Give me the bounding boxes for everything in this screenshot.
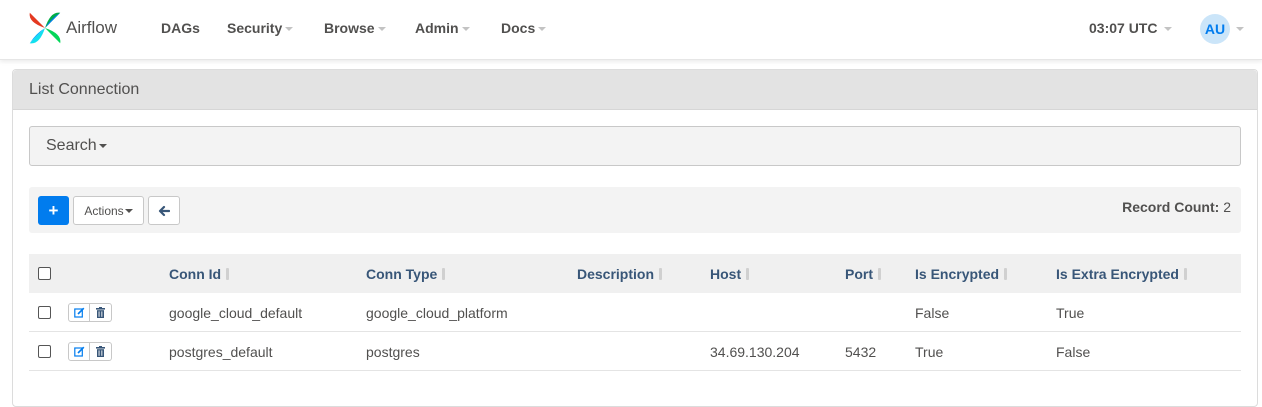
- chevron-down-icon: [124, 208, 133, 213]
- cell-host: 34.69.130.204: [710, 344, 800, 360]
- edit-button[interactable]: [68, 303, 90, 322]
- col-header-label: Is Extra Encrypted: [1056, 266, 1179, 282]
- delete-button[interactable]: [90, 303, 112, 322]
- cell-port: 5432: [845, 344, 877, 360]
- chevron-down-icon: [461, 27, 470, 32]
- chevron-down-icon: [285, 27, 294, 32]
- cell-conn-type: postgres: [366, 344, 420, 360]
- list-connection-panel: List Connection Search + Actions Record …: [12, 69, 1258, 407]
- chevron-down-icon: [538, 27, 547, 32]
- chevron-down-icon: [98, 143, 107, 148]
- top-navbar: Airflow DAGs Security Browse Admin Docs …: [0, 0, 1262, 60]
- nav-admin-label: Admin: [415, 20, 459, 36]
- edit-icon: [73, 307, 84, 318]
- arrow-left-icon: [158, 205, 170, 216]
- list-toolbar: + Actions Record Count: 2: [29, 187, 1241, 233]
- col-header-is-extra-encrypted[interactable]: Is Extra Encrypted: [1056, 266, 1187, 282]
- chevron-down-icon: [1164, 27, 1173, 32]
- nav-security[interactable]: Security: [227, 20, 294, 36]
- nav-dags[interactable]: DAGs: [161, 20, 200, 36]
- sort-icon: [746, 268, 750, 280]
- airflow-pinwheel-icon: [29, 12, 61, 44]
- back-button[interactable]: [148, 196, 180, 225]
- cell-conn-id: postgres_default: [169, 344, 273, 360]
- sort-icon: [1183, 268, 1187, 280]
- row-actions: [68, 303, 112, 322]
- col-header-conn-id[interactable]: Conn Id: [169, 266, 230, 282]
- utc-clock[interactable]: 03:07 UTC: [1089, 20, 1173, 36]
- nav-docs[interactable]: Docs: [501, 20, 547, 36]
- col-header-label: Conn Type: [366, 266, 438, 282]
- record-count-label: Record Count:: [1122, 199, 1220, 215]
- sort-icon: [878, 268, 881, 280]
- col-header-label: Is Encrypted: [915, 266, 1000, 282]
- nav-admin[interactable]: Admin: [415, 20, 470, 36]
- table-header-row: Conn Id Conn Type Description Host Port …: [29, 254, 1241, 293]
- user-avatar[interactable]: AU: [1200, 14, 1230, 44]
- nav-browse[interactable]: Browse: [324, 20, 386, 36]
- search-toggle[interactable]: Search: [29, 126, 1241, 166]
- col-header-label: Port: [845, 266, 873, 282]
- col-header-is-encrypted[interactable]: Is Encrypted: [915, 266, 1008, 282]
- table-row: postgres_default postgres 34.69.130.204 …: [29, 332, 1241, 371]
- clock-text: 03:07 UTC: [1089, 20, 1158, 36]
- actions-label: Actions: [84, 203, 124, 218]
- cell-is-extra-encrypted: False: [1056, 344, 1091, 360]
- brand-logo[interactable]: Airflow: [26, 8, 117, 48]
- edit-icon: [73, 346, 84, 357]
- sort-icon: [659, 268, 663, 280]
- actions-dropdown[interactable]: Actions: [73, 196, 144, 225]
- table-row: google_cloud_default google_cloud_platfo…: [29, 293, 1241, 332]
- col-header-port[interactable]: Port: [845, 266, 881, 282]
- col-header-description[interactable]: Description: [577, 266, 663, 282]
- col-header-conn-type[interactable]: Conn Type: [366, 266, 446, 282]
- col-header-label: Conn Id: [169, 266, 222, 282]
- col-header-label: Description: [577, 266, 655, 282]
- record-count-value: 2: [1223, 199, 1231, 215]
- record-count: Record Count: 2: [1122, 199, 1231, 215]
- add-connection-button[interactable]: +: [38, 196, 69, 225]
- cell-is-encrypted: False: [915, 305, 950, 321]
- sort-icon: [226, 268, 230, 280]
- select-all-checkbox[interactable]: [38, 267, 51, 280]
- sort-icon: [1004, 268, 1008, 280]
- row-checkbox[interactable]: [38, 345, 51, 358]
- nav-security-label: Security: [227, 20, 283, 36]
- cell-conn-type: google_cloud_platform: [366, 305, 508, 321]
- edit-button[interactable]: [68, 342, 90, 361]
- sort-icon: [442, 268, 446, 280]
- brand-name: Airflow: [66, 18, 118, 37]
- row-checkbox[interactable]: [38, 306, 51, 319]
- cell-conn-id: google_cloud_default: [169, 305, 303, 321]
- cell-is-encrypted: True: [915, 344, 944, 360]
- col-header-label: Host: [710, 266, 742, 282]
- col-header-host[interactable]: Host: [710, 266, 750, 282]
- row-actions: [68, 342, 112, 361]
- trash-icon: [96, 346, 105, 357]
- chevron-down-icon: [377, 27, 386, 32]
- user-menu-chevron-icon[interactable]: [1236, 27, 1244, 31]
- search-label: Search: [46, 137, 97, 154]
- trash-icon: [96, 307, 105, 318]
- delete-button[interactable]: [90, 342, 112, 361]
- panel-title: List Connection: [13, 70, 1257, 110]
- nav-docs-label: Docs: [501, 20, 536, 36]
- cell-is-extra-encrypted: True: [1056, 305, 1085, 321]
- nav-browse-label: Browse: [324, 20, 375, 36]
- nav-dags-label: DAGs: [161, 20, 200, 36]
